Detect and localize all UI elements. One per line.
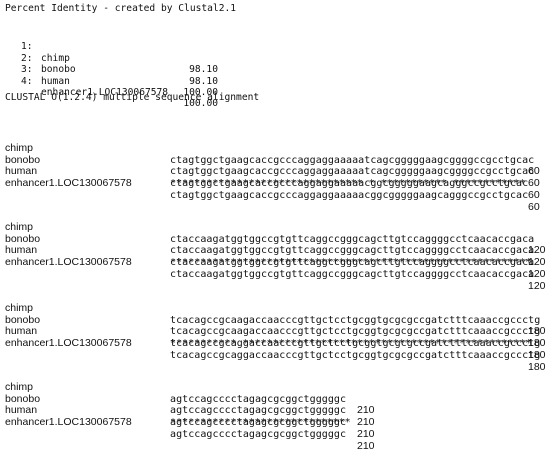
sequence-name: enhancer1.LOC130067578 [5, 337, 132, 350]
alignment-row: chimp agtccagcccctagagcgcggctgggggc 210 [0, 370, 550, 416]
alignment-row: bonobo ctaccaagatggtggccgtgttcaggccgggca… [0, 222, 550, 268]
alignment-block-3: chimp tcacagccgcaagaccaacccgttgctcctgcgg… [0, 291, 550, 373]
alignment-row: bonobo tcacagccgcaagaccaacccgttgctcctgcg… [0, 303, 550, 349]
alignment-row: enhancer1.LOC130067578 agtccagcccctagagc… [0, 405, 550, 451]
percent-identity-row: 2: bonobo 98.10 [0, 41, 230, 87]
alignment-row: enhancer1.LOC130067578 tcacagccgcaggacca… [0, 326, 550, 372]
alignment-row: chimp tcacagccgcaagaccaacccgttgctcctgcgg… [0, 291, 550, 337]
sequence-data: ctaccaagatggtggccgtgttcaggccgggcagcttgtc… [170, 268, 535, 280]
alignment-row: chimp ctagtggctgaagcaccgcccaggaggaaaaatc… [0, 131, 550, 177]
clustal-output-document: Percent Identity - created by Clustal2.1… [0, 0, 550, 452]
percent-identity-row: 1: chimp 98.10 [0, 30, 230, 75]
consensus-line: ****************************** [170, 417, 351, 428]
percent-identity-row: 3: human 100.00 [0, 53, 230, 98]
consensus-line: ****************************************… [170, 257, 532, 268]
alignment-row: human ctaccaagatggtggccgtgttcaggccgggcag… [0, 234, 550, 280]
sequence-name: enhancer1.LOC130067578 [5, 256, 132, 269]
sequence-name: enhancer1.LOC130067578 [5, 416, 132, 429]
alignment-header: CLUSTAL O(1.2.4) multiple sequence align… [5, 92, 260, 103]
percent-identity-title: Percent Identity - created by Clustal2.1 [5, 3, 237, 14]
consensus-line: *********** ****************************… [170, 338, 532, 349]
sequence-position: 210 [357, 439, 375, 452]
alignment-row: bonobo agtccagcccctagagcgcggctgggggc 210 [0, 382, 550, 428]
pid-value: 98.10 [189, 75, 218, 87]
alignment-row: chimp ctaccaagatggtggccgtgttcaggccgggcag… [0, 210, 550, 256]
pid-index: 4: [21, 75, 33, 87]
alignment-block-2: chimp ctaccaagatggtggccgtgttcaggccgggcag… [0, 210, 550, 292]
sequence-name: enhancer1.LOC130067578 [5, 177, 132, 190]
alignment-block-1: chimp ctagtggctgaagcaccgcccaggaggaaaaatc… [0, 131, 550, 213]
alignment-row: human agtccagcccctagagcgcggctgggggc 210 [0, 394, 550, 440]
alignment-row: human tcacagccgcaggaccaacccgttgctcctgcgg… [0, 315, 550, 361]
pid-sequence-name: human [41, 75, 70, 87]
alignment-row: enhancer1.LOC130067578 ctaccaagatggtggcc… [0, 245, 550, 291]
percent-identity-table: 1: chimp 98.10 2: bonobo 98.10 3: human … [0, 30, 230, 110]
sequence-position: 60 [528, 188, 540, 201]
sequence-data: tcacagccgcaggaccaacccgttgctcctgcggtgcgcg… [170, 349, 541, 361]
alignment-row: bonobo ctagtggctgaagcaccgcccaggaggaaaaat… [0, 143, 550, 189]
alignment-row: human ctagtggctgaagcaccgcccaggaggaaaaacg… [0, 155, 550, 201]
consensus-line: ******************************** * *****… [170, 178, 526, 189]
percent-identity-row: 4: enhancer1.LOC130067578 100.00 [0, 64, 230, 110]
alignment-block-4: chimp agtccagcccctagagcgcggctgggggc 210 … [0, 370, 550, 452]
sequence-data: ctagtggctgaagcaccgcccaggaggaaaaacggcgggg… [170, 189, 529, 201]
alignment-row: enhancer1.LOC130067578 ctagtggctgaagcacc… [0, 166, 550, 212]
